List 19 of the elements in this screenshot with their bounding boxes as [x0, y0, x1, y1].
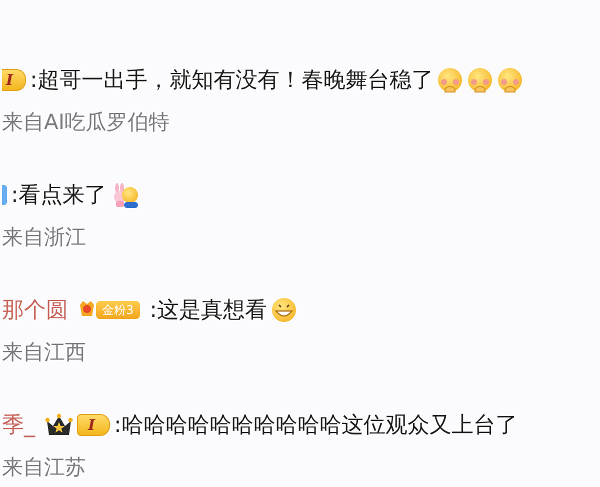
username-link[interactable]: 那个圆 — [2, 295, 68, 325]
blushing-face-icon — [497, 67, 524, 93]
level-badge: I — [2, 69, 26, 91]
source-label: 来自浙江 — [2, 225, 87, 249]
comment-text: :这是真想看 — [150, 297, 268, 325]
source-label: 来自江西 — [2, 340, 87, 364]
source-label: 来自江苏 — [2, 455, 87, 479]
crown-icon — [45, 413, 73, 437]
comment-text: :超哥一出手，就知有没有！春晚舞台稳了 — [30, 67, 434, 95]
badge-edge — [2, 185, 7, 205]
source-label: 来自AI吃瓜罗伯特 — [2, 110, 171, 134]
comment-text: :哈哈哈哈哈哈哈哈哈哈这位观众又上台了 — [114, 412, 518, 440]
fan-badge: 金粉3 — [96, 301, 140, 319]
grinning-face-icon — [271, 297, 298, 323]
blushing-face-icon — [437, 67, 464, 93]
blushing-face-icon — [467, 67, 494, 93]
comment-text: :看点来了 — [11, 182, 106, 210]
username-link[interactable]: 季_ — [2, 410, 35, 440]
level-badge: I — [77, 414, 110, 436]
